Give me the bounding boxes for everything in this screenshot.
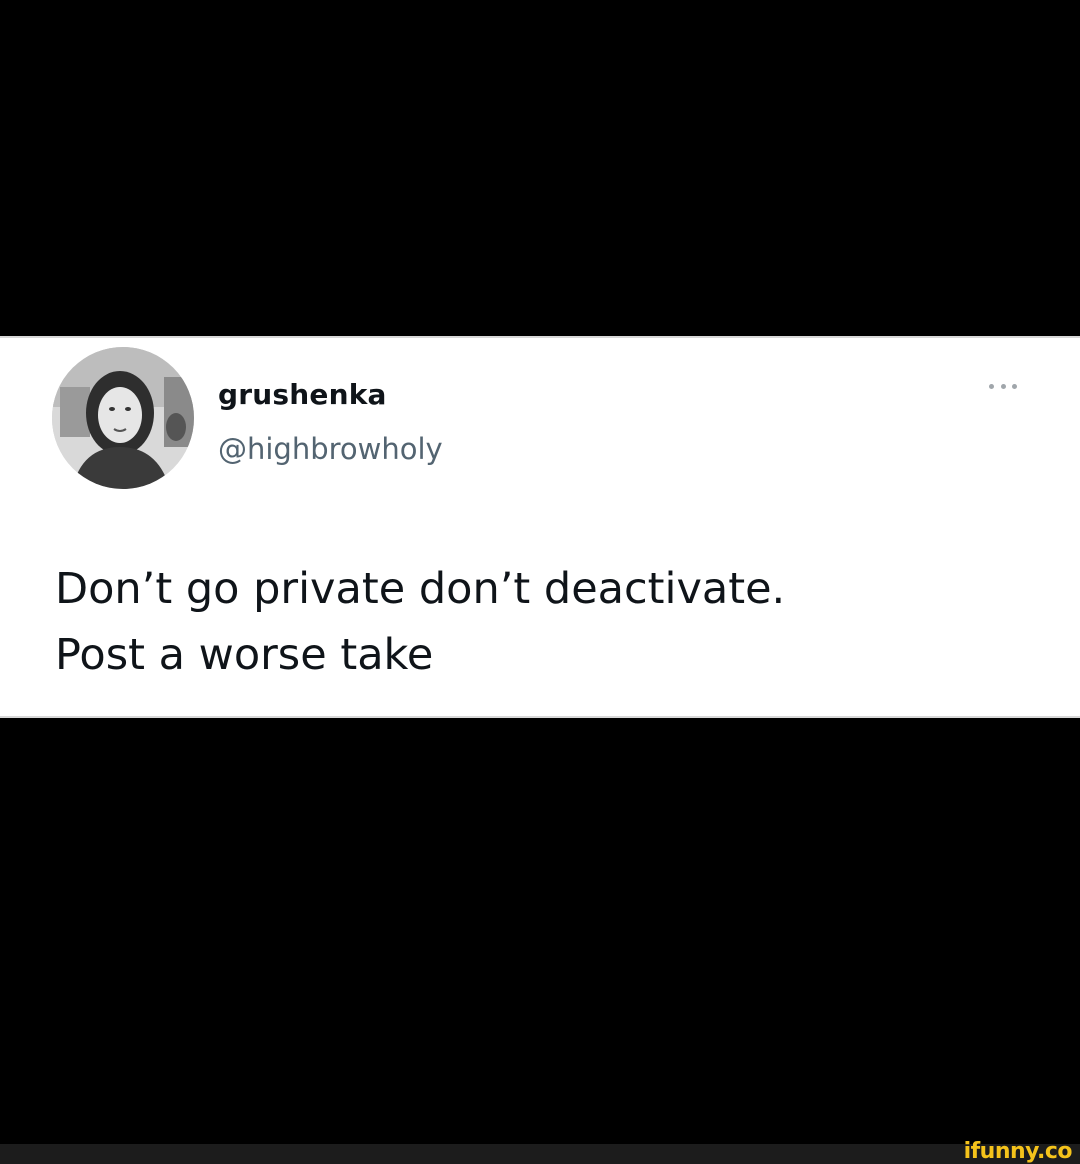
more-dot — [989, 383, 994, 389]
tweet-text-line-2: Post a worse take — [55, 630, 434, 680]
tweet-text: Don’t go private don’t deactivate. Post … — [55, 556, 1035, 688]
more-dot — [1012, 383, 1017, 389]
top-black-band — [0, 0, 1080, 336]
bottom-black-band — [0, 718, 1080, 1144]
watermark-bar — [0, 1144, 1080, 1164]
more-horizontal-icon[interactable] — [983, 376, 1023, 396]
avatar[interactable] — [52, 347, 194, 489]
display-name[interactable]: grushenka — [218, 378, 387, 411]
tweet-text-line-1: Don’t go private don’t deactivate. — [55, 564, 786, 614]
avatar-photo — [52, 347, 194, 489]
ifunny-watermark: ifunny.co — [963, 1139, 1073, 1164]
more-dot — [1000, 383, 1006, 389]
user-handle[interactable]: @highbrowholy — [218, 432, 443, 466]
tweet-card: grushenka @highbrowholy Don’t go private… — [0, 336, 1080, 718]
